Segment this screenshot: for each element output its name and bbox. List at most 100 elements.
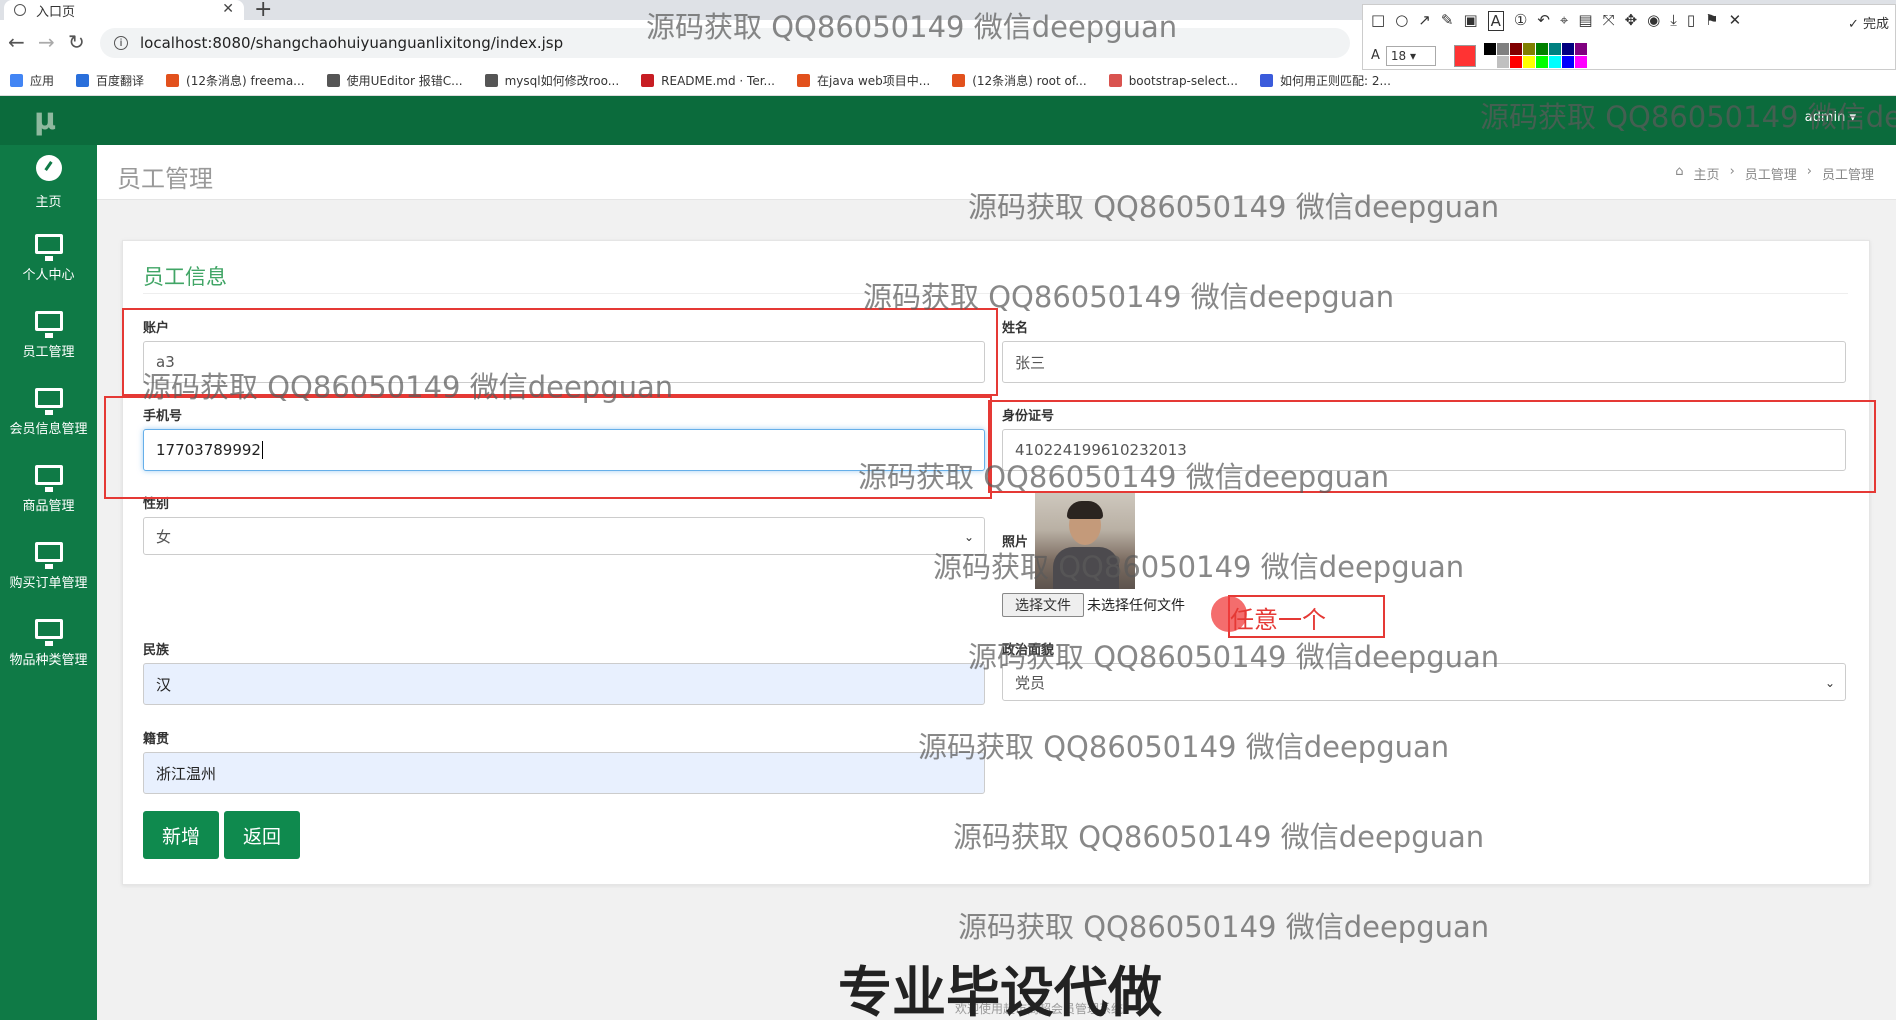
text-tool-icon[interactable]: A [1487, 11, 1504, 31]
ellipse-tool-icon[interactable]: ○ [1395, 11, 1408, 31]
dashboard-icon [35, 155, 62, 181]
back-arrow-icon[interactable]: ← [8, 30, 25, 54]
monitor-icon [34, 619, 63, 646]
number-tool-icon[interactable]: ① [1514, 11, 1527, 31]
palette-color-swatch[interactable] [1574, 56, 1587, 68]
bookmark-favicon-icon [326, 74, 340, 87]
new-tab-button[interactable]: + [254, 0, 272, 22]
bookmark-favicon-icon [1259, 74, 1273, 87]
bookmark-favicon-icon [166, 74, 180, 87]
bookmark-item[interactable]: 使用UEditor 报错C... [326, 72, 463, 89]
back-button[interactable]: 返回 [224, 811, 300, 859]
ocr-icon[interactable]: ▤ [1578, 11, 1592, 31]
pin-icon[interactable]: ⌖ [1560, 11, 1568, 31]
watermark: 源码获取 QQ86050149 微信deepguan [863, 280, 1395, 314]
native-place-value: 浙江温州 [156, 764, 217, 783]
browser-tab[interactable]: 入口页 ✕ [4, 0, 244, 20]
palette-color-swatch[interactable] [1496, 56, 1509, 68]
sidebar-item[interactable]: 会员信息管理 [0, 376, 97, 453]
scroll-capture-icon[interactable]: ⤧ [1603, 11, 1615, 31]
chevron-down-icon: ⌄ [1824, 676, 1835, 690]
palette-color-swatch[interactable] [1535, 56, 1548, 68]
photo-hair [1067, 501, 1103, 519]
palette-color-swatch[interactable] [1574, 43, 1587, 55]
palette-color-swatch[interactable] [1483, 43, 1496, 55]
pin-image-icon[interactable]: ✥ [1625, 11, 1638, 31]
sidebar-item[interactable]: 员工管理 [0, 299, 97, 376]
bookmark-label: mysql如何修改roo... [504, 74, 620, 88]
palette-color-swatch[interactable] [1483, 56, 1496, 68]
phone-icon[interactable]: ▯ [1687, 11, 1695, 31]
watermark: 源码获取 QQ86050149 微信deepguan [142, 370, 674, 404]
bookmark-icon[interactable]: ⚑ [1705, 11, 1718, 31]
bookmark-favicon-icon [797, 74, 810, 87]
sidebar-item-label: 员工管理 [22, 345, 75, 360]
sidebar-item[interactable]: 个人中心 [0, 222, 97, 299]
bookmark-item[interactable]: bootstrap-select... [1108, 74, 1238, 88]
done-button[interactable]: ✓ 完成 [1848, 13, 1889, 32]
bookmark-item[interactable]: 在java web项目中... [797, 72, 930, 89]
add-button[interactable]: 新增 [143, 811, 219, 859]
bookmark-item[interactable]: 应用 [10, 72, 54, 89]
palette-color-swatch[interactable] [1522, 56, 1535, 68]
close-icon[interactable]: ✕ [1729, 11, 1742, 31]
bookmark-item[interactable]: mysql如何修改roo... [484, 72, 620, 89]
palette-color-swatch[interactable] [1496, 43, 1509, 55]
watermark: 源码获取 QQ86050149 微信deepguan [968, 640, 1500, 674]
sidebar-item-label: 购买订单管理 [9, 576, 88, 591]
palette-color-swatch[interactable] [1522, 43, 1535, 55]
close-icon[interactable]: ✕ [222, 1, 234, 17]
forward-arrow-icon[interactable]: → [38, 30, 55, 54]
info-icon[interactable]: i [114, 36, 128, 50]
name-input[interactable]: 张三 [1002, 341, 1846, 383]
breadcrumb-item-module[interactable]: 员工管理 [1745, 164, 1797, 183]
done-label: 完成 [1862, 17, 1889, 32]
breadcrumb-item-home[interactable]: 主页 [1694, 164, 1720, 183]
arrow-tool-icon[interactable]: ↗ [1418, 11, 1431, 31]
bookmark-item[interactable]: 如何用正则匹配: 2... [1259, 72, 1391, 89]
bookmark-favicon-icon [484, 74, 498, 87]
record-icon[interactable]: ◉ [1647, 11, 1660, 31]
annotation-tool-row: □ ○ ↗ ✎ ▣ A ① ↶ ⌖ ▤ ⤧ ✥ ◉ ⤓ ▯ ⚑ ✕ [1371, 11, 1741, 31]
breadcrumb-separator: › [1729, 164, 1735, 179]
palette-color-swatch[interactable] [1535, 43, 1548, 55]
ethnic-label: 民族 [143, 643, 170, 658]
bookmark-favicon-icon [952, 74, 966, 87]
font-icon: A [1371, 48, 1380, 63]
native-place-input[interactable]: 浙江温州 [143, 752, 985, 794]
file-status-text: 未选择任何文件 [1087, 598, 1185, 614]
pen-tool-icon[interactable]: ✎ [1441, 11, 1454, 31]
reload-icon[interactable]: ↻ [68, 30, 85, 54]
rectangle-tool-icon[interactable]: □ [1371, 11, 1385, 31]
palette-color-swatch[interactable] [1548, 56, 1561, 68]
bookmark-item[interactable]: (12条消息) root of... [952, 72, 1087, 89]
bookmark-item[interactable]: README.md · Ter... [641, 74, 775, 88]
monitor-icon [34, 542, 63, 569]
font-size-select[interactable]: 18 ▾ [1385, 45, 1436, 66]
ethnic-input[interactable]: 汉 [143, 663, 985, 705]
palette-color-swatch[interactable] [1548, 43, 1561, 55]
bookmark-item[interactable]: (12条消息) freema... [166, 72, 305, 89]
bookmark-label: README.md · Ter... [661, 73, 775, 88]
sidebar-item[interactable]: 购买订单管理 [0, 530, 97, 607]
sidebar-item[interactable]: 主页 [0, 145, 97, 222]
gender-select[interactable]: 女 ⌄ [143, 517, 985, 555]
watermark: 源码获取 QQ86050149 微信deepguan [953, 820, 1485, 854]
sidebar-item[interactable]: 物品种类管理 [0, 607, 97, 684]
choose-file-button[interactable]: 选择文件 [1002, 593, 1084, 617]
palette-color-swatch[interactable] [1509, 56, 1522, 68]
monitor-icon [34, 388, 63, 415]
palette-color-swatch[interactable] [1561, 56, 1574, 68]
annotation-toolbar: □ ○ ↗ ✎ ▣ A ① ↶ ⌖ ▤ ⤧ ✥ ◉ ⤓ ▯ ⚑ ✕ ✓ 完成 A… [1362, 4, 1896, 70]
active-color-swatch[interactable] [1453, 44, 1476, 67]
url-text: localhost:8080/shangchaohuiyuanguanlixit… [140, 34, 564, 52]
download-icon[interactable]: ⤓ [1670, 11, 1677, 31]
mosaic-tool-icon[interactable]: ▣ [1463, 11, 1477, 31]
bookmark-item[interactable]: 百度翻译 [76, 72, 144, 89]
font-size-value: 18 [1390, 48, 1407, 63]
bookmark-label: 使用UEditor 报错C... [346, 74, 463, 88]
palette-color-swatch[interactable] [1509, 43, 1522, 55]
sidebar-item[interactable]: 商品管理 [0, 453, 97, 530]
undo-icon[interactable]: ↶ [1537, 11, 1550, 31]
palette-color-swatch[interactable] [1561, 43, 1574, 55]
